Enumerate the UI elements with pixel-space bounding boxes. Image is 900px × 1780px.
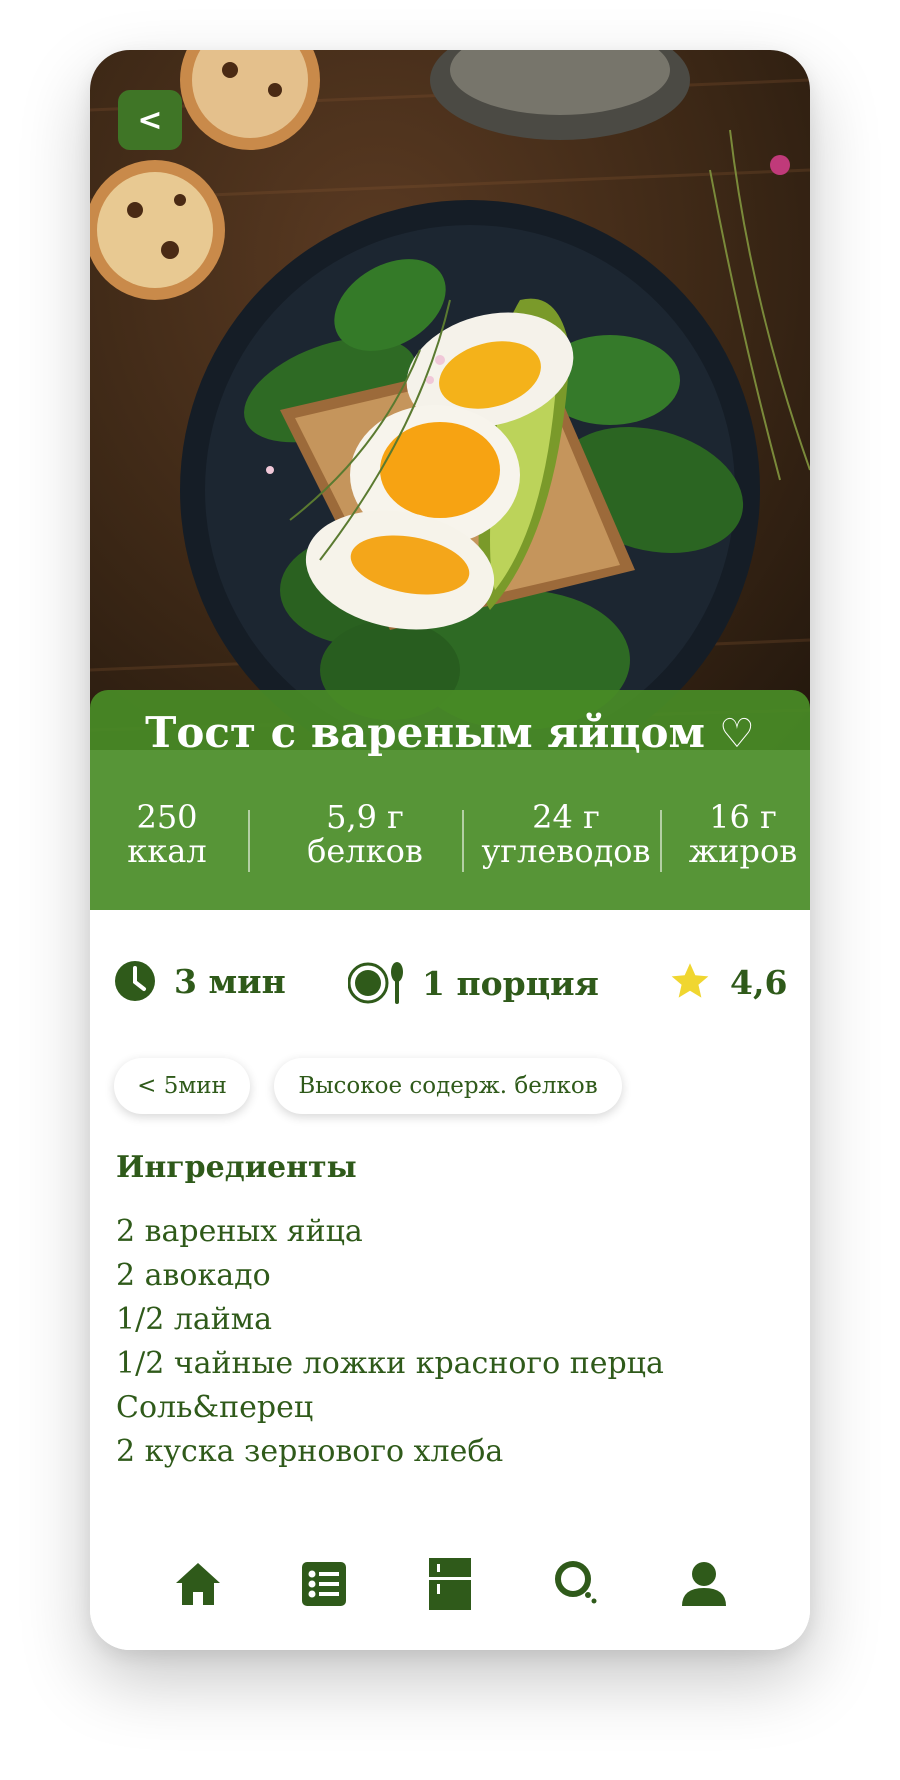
nutrition-unit: жиров xyxy=(688,832,798,870)
home-icon xyxy=(174,1561,222,1611)
nutrition-value: 16 г xyxy=(709,798,777,836)
nav-profile[interactable] xyxy=(674,1556,734,1616)
phone-screen: < Тост с вареным яйцом ♡ 250 ккал 5,9 г б… xyxy=(90,50,810,1650)
ingredient-item: 2 вареных яйца xyxy=(116,1214,363,1249)
profile-icon xyxy=(681,1561,727,1611)
nutrition-value: 250 xyxy=(136,798,198,836)
nutrition-unit: белков xyxy=(307,832,423,870)
nav-search[interactable] xyxy=(548,1556,608,1616)
nutrition-unit: ккал xyxy=(127,832,207,870)
cook-time-value: 3 мин xyxy=(174,961,286,1001)
stat-divider xyxy=(248,810,250,872)
ingredient-item: 2 авокадо xyxy=(116,1258,271,1293)
nav-home[interactable] xyxy=(168,1556,228,1616)
ingredient-item: Соль&перец xyxy=(116,1390,314,1425)
nutrition-fat: 16 г жиров xyxy=(680,800,806,868)
fridge-icon xyxy=(429,1558,471,1614)
tag-high-protein[interactable]: Высокое содерж. белков xyxy=(274,1058,622,1114)
ingredient-item: 1/2 лайма xyxy=(116,1302,272,1337)
portions-value: 1 порция xyxy=(422,963,599,1003)
tag-quick[interactable]: < 5мин xyxy=(114,1058,250,1114)
recipe-info-panel: Тост с вареным яйцом ♡ 250 ккал 5,9 г бел… xyxy=(90,690,810,910)
nutrition-value: 24 г xyxy=(532,798,600,836)
back-button[interactable]: < xyxy=(118,90,182,150)
nutrition-calories: 250 ккал xyxy=(112,800,222,868)
nav-list[interactable] xyxy=(294,1556,354,1616)
list-icon xyxy=(302,1562,346,1610)
ingredient-item: 1/2 чайные ложки красного перца xyxy=(116,1346,664,1381)
star-icon xyxy=(668,960,712,1004)
clock-icon xyxy=(114,960,156,1002)
stat-divider xyxy=(660,810,662,872)
heart-icon[interactable]: ♡ xyxy=(719,711,755,757)
recipe-title: Тост с вареным яйцом xyxy=(145,708,705,757)
nutrition-value: 5,9 г xyxy=(326,798,404,836)
rating-value: 4,6 xyxy=(730,962,788,1002)
bottom-nav xyxy=(90,1534,810,1650)
ingredients-title: Ингредиенты xyxy=(116,1150,357,1185)
ingredient-item: 2 куска зернового хлеба xyxy=(116,1434,504,1469)
nutrition-unit: углеводов xyxy=(481,832,651,870)
ingredients-list: 2 вареных яйца 2 авокадо 1/2 лайма 1/2 ч… xyxy=(116,1210,664,1474)
recipe-photo: < xyxy=(90,50,810,750)
cook-time: 3 мин xyxy=(114,960,286,1002)
search-icon xyxy=(554,1560,602,1612)
nutrition-protein: 5,9 г белков xyxy=(280,800,450,868)
rating: 4,6 xyxy=(668,960,787,1004)
stat-divider xyxy=(462,810,464,872)
nav-fridge[interactable] xyxy=(420,1556,480,1616)
plate-spoon-icon xyxy=(348,960,404,1006)
nutrition-carbs: 24 г углеводов xyxy=(470,800,662,868)
portions: 1 порция xyxy=(348,960,599,1006)
recipe-title-row: Тост с вареным яйцом ♡ xyxy=(90,708,810,757)
